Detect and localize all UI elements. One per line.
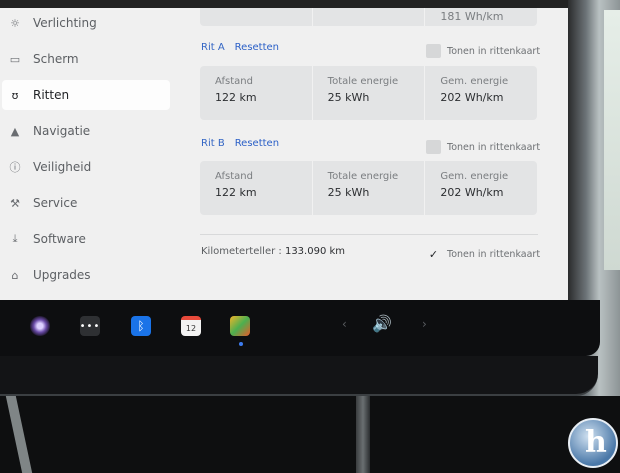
trip-b-checkbox[interactable] <box>426 140 441 154</box>
stat-label: Afstand <box>215 171 253 182</box>
stat-cell-total-energy: Totale energie 25 kWh <box>313 66 426 120</box>
stat-label: Totale energie <box>327 76 399 87</box>
car-cabin-background <box>0 396 620 473</box>
odometer-label: Kilometerteller : <box>201 246 282 257</box>
sidebar-item-software[interactable]: ⤓ Software <box>2 224 170 254</box>
trip-a-map-toggle[interactable]: Tonen in rittenkaart <box>426 44 540 58</box>
screen-bezel-bottom <box>0 356 598 396</box>
arcade-icon[interactable] <box>230 316 250 336</box>
stat-value: 25 kWh <box>327 186 370 199</box>
stat-cell <box>200 8 313 26</box>
wrench-icon: ⚒ <box>10 196 20 210</box>
section-divider <box>200 234 538 235</box>
sidebar-item-label: Verlichting <box>33 16 97 30</box>
stat-label: Afstand <box>215 76 253 87</box>
stat-label: Totale energie <box>327 171 399 182</box>
sidebar-item-label: Software <box>33 232 86 246</box>
window-light <box>604 10 620 270</box>
screen-icon: ▭ <box>9 52 21 66</box>
calendar-icon[interactable]: 12 <box>181 316 201 336</box>
odometer-checkbox-checked[interactable]: ✓ <box>426 247 441 261</box>
odometer-readout: Kilometerteller : 133.090 km <box>201 246 345 257</box>
stat-label: Gem. energie <box>440 171 509 182</box>
sidebar-item-label: Upgrades <box>33 268 91 282</box>
trip-b-reset-button[interactable]: Resetten <box>235 138 279 149</box>
stat-label: Gem. energie <box>440 76 509 87</box>
stat-cell: 181 Wh/km <box>425 8 537 26</box>
volume-up-chevron-icon[interactable]: › <box>422 317 427 331</box>
volume-down-chevron-icon[interactable]: ‹ <box>342 317 347 331</box>
stat-value: 202 Wh/km <box>440 186 504 199</box>
stat-cell-distance: Afstand 122 km <box>200 66 313 120</box>
trips-icon: ʊ <box>11 88 19 102</box>
watermark-logo: h <box>568 418 618 468</box>
sidebar-item-label: Service <box>33 196 78 210</box>
sidebar-item-label: Veiligheid <box>33 160 92 174</box>
stat-cell-total-energy: Totale energie 25 kWh <box>313 161 426 215</box>
trip-b-stats-panel: Afstand 122 km Totale energie 25 kWh Gem… <box>200 161 537 215</box>
bag-icon: ⌂ <box>11 268 19 282</box>
trip-a-title: Rit A <box>201 42 225 53</box>
toggle-label: Tonen in rittenkaart <box>447 248 541 260</box>
safety-icon: ⓘ <box>9 161 21 174</box>
volume-icon[interactable]: 🔊 <box>372 314 392 333</box>
stat-value: 202 Wh/km <box>440 91 504 104</box>
screen-mount-stand <box>356 396 370 473</box>
sidebar-item-label: Navigatie <box>33 124 91 138</box>
screen-bezel-top <box>0 0 620 8</box>
toggle-label: Tonen in rittenkaart <box>447 45 541 57</box>
trip-a-checkbox[interactable] <box>426 44 441 58</box>
more-apps-icon[interactable]: ••• <box>80 316 100 336</box>
download-icon: ⤓ <box>12 232 18 245</box>
odometer-value: 133.090 km <box>284 246 346 257</box>
trip-b-header: Rit B Resetten <box>201 138 279 149</box>
stat-value: 122 km <box>215 91 257 104</box>
stat-cell-distance: Afstand 122 km <box>200 161 313 215</box>
stat-cell-avg-energy: Gem. energie 202 Wh/km <box>425 66 537 120</box>
sidebar-item-upgrades[interactable]: ⌂ Upgrades <box>2 260 170 290</box>
camera-icon[interactable] <box>30 316 50 336</box>
stat-value: 25 kWh <box>327 91 370 104</box>
sun-icon: ☼ <box>10 16 20 30</box>
previous-trip-panel: 181 Wh/km <box>200 8 537 26</box>
navigation-arrow-icon: ▲ <box>10 124 20 138</box>
odometer-map-toggle[interactable]: ✓ Tonen in rittenkaart <box>426 247 540 261</box>
sidebar-item-scherm[interactable]: ▭ Scherm <box>2 44 170 74</box>
bluetooth-icon[interactable]: ᛒ <box>131 316 151 336</box>
toggle-label: Tonen in rittenkaart <box>447 141 541 153</box>
settings-sidebar: ☼ Verlichting ▭ Scherm ʊ Ritten ▲ Naviga… <box>0 8 176 300</box>
stat-value: 122 km <box>215 186 257 199</box>
active-app-indicator <box>239 342 243 346</box>
partial-energy-value: 181 Wh/km <box>440 10 504 23</box>
stat-cell-avg-energy: Gem. energie 202 Wh/km <box>425 161 537 215</box>
sidebar-item-verlichting[interactable]: ☼ Verlichting <box>2 8 170 38</box>
trip-b-map-toggle[interactable]: Tonen in rittenkaart <box>426 140 540 154</box>
app-dock: ••• ᛒ 12 ‹ 🔊 › <box>0 300 600 356</box>
stat-cell <box>313 8 426 26</box>
sidebar-item-veiligheid[interactable]: ⓘ Veiligheid <box>2 152 170 182</box>
sidebar-item-label: Scherm <box>33 52 79 66</box>
sidebar-item-ritten[interactable]: ʊ Ritten <box>2 80 170 110</box>
trip-a-reset-button[interactable]: Resetten <box>235 42 279 53</box>
sidebar-item-navigatie[interactable]: ▲ Navigatie <box>2 116 170 146</box>
trip-a-header: Rit A Resetten <box>201 42 279 53</box>
trip-b-title: Rit B <box>201 138 225 149</box>
sidebar-item-label: Ritten <box>33 88 70 102</box>
trip-a-stats-panel: Afstand 122 km Totale energie 25 kWh Gem… <box>200 66 537 120</box>
settings-screen: ☼ Verlichting ▭ Scherm ʊ Ritten ▲ Naviga… <box>0 8 568 300</box>
sidebar-item-service[interactable]: ⚒ Service <box>2 188 170 218</box>
